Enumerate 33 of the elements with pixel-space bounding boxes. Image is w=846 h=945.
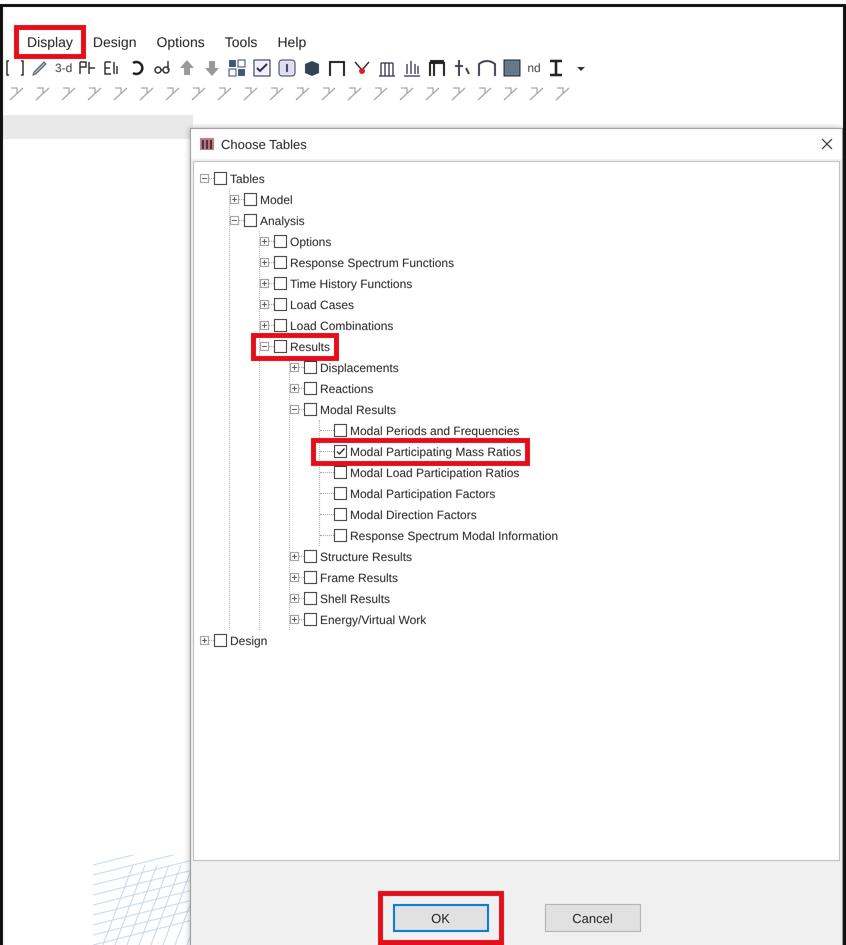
tree-item-label[interactable]: Time History Functions: [290, 276, 412, 290]
tree-item-label[interactable]: Displacements: [320, 360, 399, 374]
tree-item-label[interactable]: Design: [230, 634, 268, 648]
menu-item[interactable]: Options: [146, 28, 215, 56]
dialog-button[interactable]: Cancel: [544, 904, 640, 932]
tree-item-label[interactable]: Modal Periods and Frequencies: [350, 424, 520, 438]
dialog-button[interactable]: OK: [392, 904, 488, 932]
menu-item[interactable]: Design: [82, 28, 146, 56]
tree-item-label[interactable]: Energy/Virtual Work: [320, 612, 426, 626]
tree-item-label[interactable]: Analysis: [260, 214, 305, 228]
window-title: Choose Tables: [221, 136, 308, 152]
tree-item-label[interactable]: Response Spectrum Modal Information: [350, 528, 558, 542]
tree-item-label[interactable]: Options: [290, 234, 332, 248]
tree-item-label[interactable]: Response Spectrum Functions: [290, 256, 454, 270]
menu-item[interactable]: Tools: [214, 28, 268, 56]
tree-item-label[interactable]: Structure Results: [320, 550, 412, 564]
tree-item-label[interactable]: Modal Load Participation Ratios: [350, 466, 520, 480]
tree-item-label[interactable]: Modal Results: [320, 402, 396, 416]
tree-item-label[interactable]: Load Combinations: [290, 318, 394, 332]
toolbar-button[interactable]: nd: [527, 61, 541, 75]
tree-item-label[interactable]: Modal Direction Factors: [350, 508, 477, 522]
tree-item-label[interactable]: Tables: [230, 172, 265, 186]
menu-item[interactable]: Help: [267, 28, 316, 56]
tree-item-label[interactable]: Frame Results: [320, 570, 398, 584]
toolbar-button[interactable]: 3-d: [55, 61, 72, 75]
tree-item-label[interactable]: Results: [290, 340, 330, 354]
menu-item[interactable]: Display: [17, 28, 83, 56]
tree-item-label[interactable]: Modal Participating Mass Ratios: [350, 444, 522, 458]
tree-item-label[interactable]: Reactions: [320, 382, 374, 396]
tree-item-label[interactable]: Model: [260, 192, 293, 206]
tree-item-label[interactable]: Shell Results: [320, 592, 390, 606]
tree-item-label[interactable]: Load Cases: [290, 298, 354, 312]
tree-item-label[interactable]: Modal Participation Factors: [350, 486, 496, 500]
